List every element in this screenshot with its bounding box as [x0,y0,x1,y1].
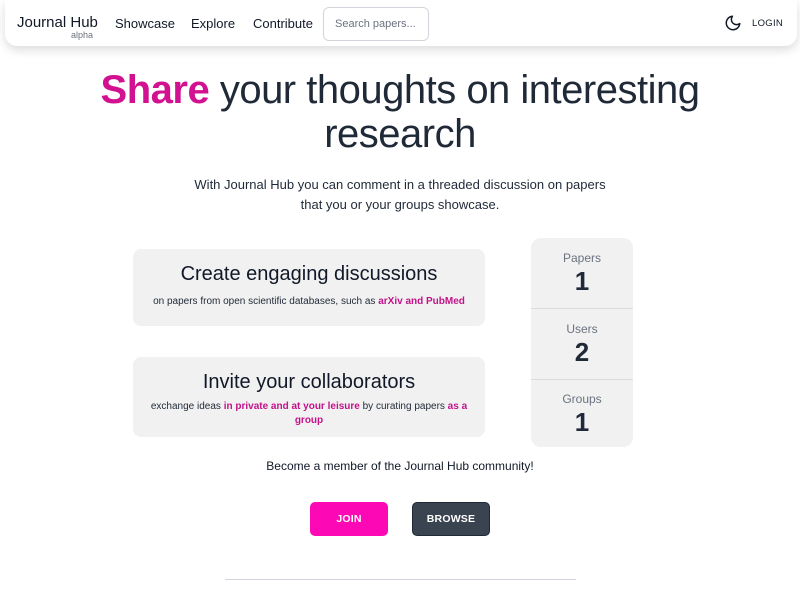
browse-button[interactable]: BROWSE [412,502,490,536]
stat-groups: Groups 1 [531,392,633,437]
hero-headline: Share your thoughts on interesting resea… [40,68,760,156]
feature-card-discussions: Create engaging discussions on papers fr… [133,249,485,326]
feature-title: Create engaging discussions [180,263,438,285]
nav-link-showcase[interactable]: Showcase [115,16,175,31]
top-navbar: Journal Hub alpha Showcase Explore Contr… [5,0,797,46]
search-input[interactable] [323,7,429,41]
stat-divider [531,379,633,380]
nav-link-explore[interactable]: Explore [191,16,235,31]
feature-description: exchange ideas in private and at your le… [133,400,485,428]
login-button[interactable]: LOGIN [752,18,783,29]
feature-text: on papers from open scientific databases… [153,296,379,307]
feature-description: on papers from open scientific databases… [133,295,485,309]
feature-text: exchange ideas [150,401,224,412]
stat-label: Users [566,322,598,336]
hero-subtext: With Journal Hub you can comment in a th… [194,177,606,212]
stat-value: 2 [574,337,590,367]
moon-icon[interactable] [724,14,742,32]
feature-highlight: in private and at your leisure [223,401,360,412]
stat-papers: Papers 1 [531,251,633,296]
feature-title: Invite your collaborators [202,371,416,393]
stat-label: Papers [562,251,602,265]
join-button[interactable]: JOIN [310,502,388,536]
stat-value: 1 [574,407,590,437]
feature-text: by curating papers [359,401,448,412]
brand-logo[interactable]: Journal Hub alpha [17,14,98,40]
headline-rest: your thoughts on interesting research [209,68,700,156]
cta-text: Become a member of the Journal Hub commu… [266,459,534,473]
nav-link-contribute[interactable]: Contribute [253,16,313,31]
stat-divider [531,308,633,309]
stat-value: 1 [574,266,590,296]
feature-highlight: arXiv and PubMed [378,296,465,307]
section-divider [225,579,576,580]
stat-users: Users 2 [531,322,633,367]
feature-card-collaborators: Invite your collaborators exchange ideas… [133,357,485,437]
stats-panel: Papers 1 Users 2 Groups 1 [531,238,633,447]
stat-label: Groups [562,392,602,406]
brand-tag: alpha [71,30,94,40]
headline-accent: Share [100,68,210,112]
